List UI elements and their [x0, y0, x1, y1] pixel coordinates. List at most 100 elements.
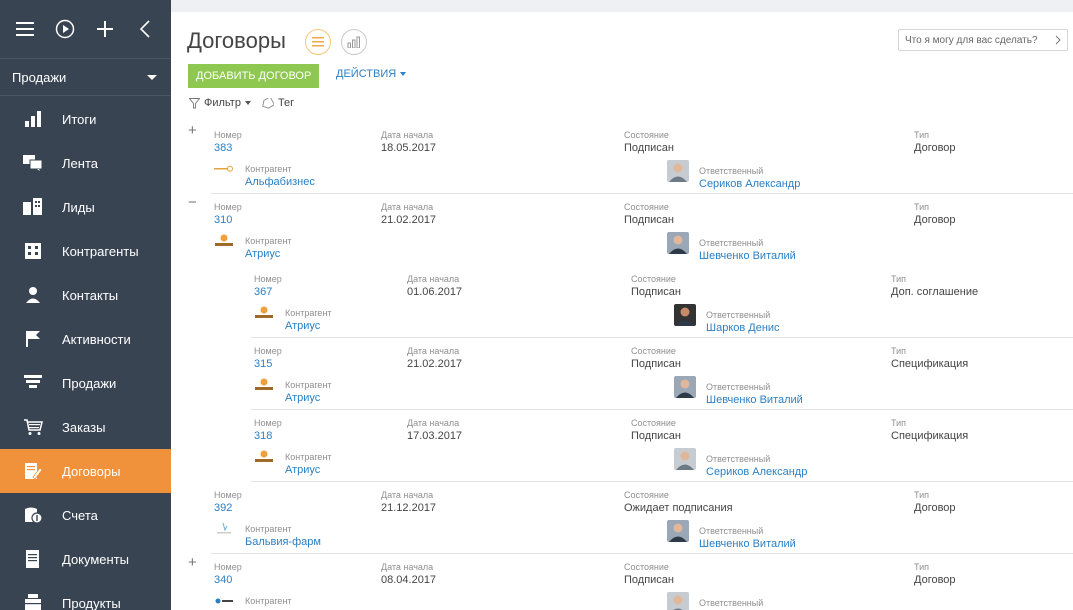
counterparty-link[interactable]: Атриус [245, 248, 280, 260]
number-label: Номер [214, 562, 242, 572]
sidebar-item-aktivnosti[interactable]: Активности [0, 317, 171, 361]
play-process-icon[interactable] [54, 18, 76, 40]
owner-link[interactable]: Шарков Денис [706, 322, 780, 334]
number-label: Номер [254, 346, 282, 356]
leads-icon [22, 196, 44, 218]
sidebar-item-zakazy[interactable]: Заказы [0, 405, 171, 449]
counterparty-label: Контрагент [245, 524, 292, 534]
type-label: Тип [914, 490, 930, 500]
state-label: Состояние [624, 202, 669, 212]
start-date-value: 18.05.2017 [381, 142, 437, 154]
sidebar-item-label: Лента [62, 155, 98, 171]
table-row[interactable]: Номер 318 Дата начала 17.03.2017 Состояние По… [251, 410, 1073, 482]
number-label: Номер [254, 418, 282, 428]
owner-label: Ответственный [706, 310, 771, 320]
owner-link[interactable]: Сериков Александр [706, 466, 807, 478]
list-view-button[interactable] [305, 29, 331, 55]
sidebar-item-dokumenty[interactable]: Документы [0, 537, 171, 581]
sidebar-item-lenta[interactable]: Лента [0, 141, 171, 185]
contract-number-link[interactable]: 392 [214, 502, 232, 514]
actions-menu-button[interactable]: ДЕЙСТВИЯ [336, 68, 407, 80]
sidebar-item-itogi[interactable]: Итоги [0, 97, 171, 141]
owner-label: Ответственный [699, 598, 764, 608]
filter-button[interactable]: Фильтр [189, 97, 251, 109]
owner-link[interactable]: Шевченко Виталий [699, 538, 796, 550]
state-label: Состояние [624, 490, 669, 500]
start-date-value: 08.04.2017 [381, 574, 437, 586]
sidebar-item-scheta[interactable]: Счета [0, 493, 171, 537]
add-contract-button[interactable]: ДОБАВИТЬ ДОГОВОР [188, 64, 320, 88]
counterparty-logo-icon [214, 162, 234, 176]
table-row[interactable]: Номер 367 Дата начала 01.06.2017 Состояние По… [251, 266, 1073, 338]
sidebar-item-dogovory[interactable]: Договоры [0, 449, 171, 493]
owner-avatar [674, 448, 696, 470]
sidebar-item-label: Лиды [62, 199, 95, 215]
tag-button[interactable]: Тег [261, 97, 294, 109]
tag-label: Тег [277, 97, 295, 109]
counterparty-link[interactable]: Альфабизнес [245, 176, 315, 188]
number-label: Номер [254, 274, 282, 284]
sidebar-menu: Итоги Лента Лиды Контрагенты Контакты Ак… [0, 97, 171, 610]
sidebar-item-prodazhi[interactable]: Продажи [0, 361, 171, 405]
type-label: Тип [914, 202, 930, 212]
sidebar-item-kontakty[interactable]: Контакты [0, 273, 171, 317]
command-search-input[interactable]: Что я могу для вас сделать? [898, 29, 1068, 51]
start-date-label: Дата начала [381, 202, 434, 212]
app-window: Продажи Итоги Лента Лиды Контрагенты Кон… [0, 0, 1073, 610]
owner-label: Ответственный [699, 166, 764, 176]
state-value: Подписан [631, 358, 681, 370]
owner-link[interactable]: Сериков Александр [699, 178, 800, 190]
counterparty-link[interactable]: Атриус [285, 320, 320, 332]
owner-link[interactable]: Шевченко Виталий [706, 394, 803, 406]
owner-avatar [667, 160, 689, 182]
funnel-icon [22, 372, 44, 394]
invoice-icon [22, 504, 44, 526]
owner-link[interactable]: Шевченко Виталий [699, 250, 796, 262]
table-row[interactable]: + Номер 383 Дата начала 18.05.2017 Состояние П… [188, 122, 1073, 194]
state-value: Подписан [624, 142, 674, 154]
contract-number-link[interactable]: 367 [254, 286, 272, 298]
sidebar-item-label: Активности [62, 331, 131, 347]
start-date-label: Дата начала [381, 130, 434, 140]
counterparty-label: Контрагент [285, 452, 332, 462]
sidebar: Продажи Итоги Лента Лиды Контрагенты Кон… [0, 0, 171, 610]
counterparty-link[interactable]: Бальвия-фарм [245, 536, 321, 548]
sidebar-item-label: Продажи [62, 375, 117, 391]
contract-number-link[interactable]: 318 [254, 430, 272, 442]
table-row[interactable]: − Номер 310 Дата начала 21.02.2017 Состояние П… [188, 194, 1073, 266]
sidebar-item-produkty[interactable]: Продукты [0, 581, 171, 610]
sidebar-item-label: Контрагенты [62, 243, 139, 259]
state-value: Подписан [624, 214, 674, 226]
table-row[interactable]: Номер 315 Дата начала 21.02.2017 Состояние По… [251, 338, 1073, 410]
expand-row-icon[interactable]: + [188, 555, 200, 570]
sidebar-item-kontragenty[interactable]: Контрагенты [0, 229, 171, 273]
workplace-selector[interactable]: Продажи [0, 58, 171, 96]
type-label: Тип [891, 418, 907, 428]
expand-row-icon[interactable]: + [188, 123, 200, 138]
plus-icon[interactable] [94, 18, 116, 40]
table-row[interactable]: Номер 392 Дата начала 21.12.2017 Состояние Ож… [211, 482, 1073, 554]
contract-number-link[interactable]: 310 [214, 214, 232, 226]
collapse-chevron-icon[interactable] [134, 18, 156, 40]
owner-label: Ответственный [699, 526, 764, 536]
contract-number-link[interactable]: 315 [254, 358, 272, 370]
contract-number-link[interactable]: 340 [214, 574, 232, 586]
type-value: Договор [914, 142, 956, 154]
table-row[interactable]: + Номер 340 Дата начала 08.04.2017 Состояние П… [188, 554, 1073, 610]
filter-label: Фильтр [204, 97, 241, 109]
collapse-row-icon[interactable]: − [188, 195, 200, 210]
counterparty-logo-icon [214, 594, 234, 608]
type-label: Тип [914, 562, 930, 572]
hamburger-menu-icon[interactable] [14, 18, 36, 40]
sidebar-item-lidy[interactable]: Лиды [0, 185, 171, 229]
contract-number-link[interactable]: 383 [214, 142, 232, 154]
analytics-view-button[interactable] [341, 29, 367, 55]
list-icon [312, 37, 324, 47]
counterparty-link[interactable]: Атриус [285, 464, 320, 476]
person-icon [22, 284, 44, 306]
chevron-right-icon [1055, 35, 1061, 45]
owner-label: Ответственный [706, 454, 771, 464]
counterparty-label: Контрагент [245, 236, 292, 246]
counterparty-link[interactable]: Атриус [285, 392, 320, 404]
owner-avatar [667, 232, 689, 254]
